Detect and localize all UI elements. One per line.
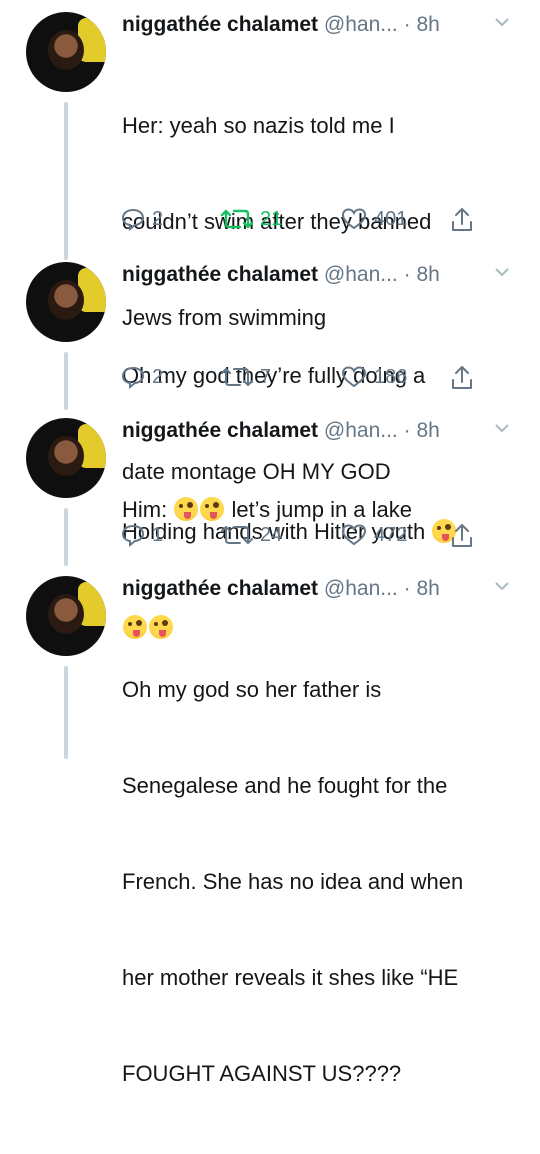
share-button[interactable] <box>450 365 474 391</box>
separator: · <box>397 419 417 442</box>
tweet-3[interactable]: niggathée chalamet @han... · 8h Holding … <box>0 418 540 639</box>
display-name[interactable]: niggathée chalamet <box>122 577 318 600</box>
reply-icon <box>121 366 145 389</box>
user-handle[interactable]: @han... <box>324 263 398 286</box>
thread-line <box>64 508 68 566</box>
reply-count: 2 <box>152 365 164 388</box>
timestamp[interactable]: 8h <box>416 263 439 286</box>
tweet-2[interactable]: niggathée chalamet @han... · 8h Oh my go… <box>0 262 540 484</box>
tweet-actions: 2 7 186 <box>120 365 480 395</box>
thread-line <box>64 666 68 759</box>
share-icon <box>452 208 472 231</box>
tweet-actions: 1 24 472 <box>120 523 480 553</box>
tweet-1[interactable]: niggathée chalamet @han... · 8h Her: yea… <box>0 12 540 522</box>
like-count: 472 <box>374 523 408 546</box>
share-icon <box>452 366 472 389</box>
tweet-header: niggathée chalamet @han... · 8h <box>122 12 440 38</box>
text-line: her mother reveals it shes like “HE <box>122 965 459 990</box>
avatar[interactable] <box>26 262 106 342</box>
like-count: 401 <box>374 207 408 230</box>
reply-count: 2 <box>152 207 164 230</box>
reply-count: 1 <box>152 523 164 546</box>
thread-line <box>64 352 68 410</box>
retweet-button[interactable]: 7 <box>220 365 271 389</box>
heart-icon <box>341 208 367 230</box>
text-line: FOUGHT AGAINST US???? <box>122 1061 402 1086</box>
avatar[interactable] <box>26 12 106 92</box>
retweet-count: 7 <box>260 365 272 388</box>
user-handle[interactable]: @han... <box>324 13 398 36</box>
chevron-down-icon[interactable] <box>494 266 510 278</box>
retweet-icon <box>221 368 253 386</box>
tweet-actions: 2 21 401 <box>120 207 480 237</box>
reply-icon <box>121 524 145 547</box>
separator: · <box>397 13 417 36</box>
user-handle[interactable]: @han... <box>324 419 398 442</box>
retweet-icon <box>220 209 254 229</box>
tweet-header: niggathée chalamet @han... · 8h <box>122 418 440 444</box>
retweet-count: 24 <box>260 523 283 546</box>
reply-button[interactable]: 1 <box>120 523 163 547</box>
retweet-icon <box>221 526 253 544</box>
heart-icon <box>341 524 367 546</box>
share-icon <box>452 524 472 547</box>
user-handle[interactable]: @han... <box>324 577 398 600</box>
avatar[interactable] <box>26 418 106 498</box>
heart-icon <box>341 366 367 388</box>
text-line: French. She has no idea and when <box>122 869 464 894</box>
timestamp[interactable]: 8h <box>416 13 439 36</box>
display-name[interactable]: niggathée chalamet <box>122 263 318 286</box>
text-line: Senegalese and he fought for the <box>122 773 448 798</box>
timestamp[interactable]: 8h <box>416 419 439 442</box>
share-button[interactable] <box>450 523 474 549</box>
avatar[interactable] <box>26 576 106 656</box>
like-count: 186 <box>374 365 408 388</box>
retweet-count: 21 <box>260 207 283 230</box>
text-line: Oh my god so her father is <box>122 677 382 702</box>
display-name[interactable]: niggathée chalamet <box>122 419 318 442</box>
thread-line <box>64 102 68 260</box>
chevron-down-icon[interactable] <box>494 422 510 434</box>
like-button[interactable]: 186 <box>340 365 407 389</box>
retweet-button[interactable]: 21 <box>220 207 282 231</box>
tweet-4[interactable]: niggathée chalamet @han... · 8h Oh my go… <box>0 576 540 1086</box>
separator: · <box>397 263 417 286</box>
tweet-header: niggathée chalamet @han... · 8h <box>122 262 440 288</box>
chevron-down-icon[interactable] <box>494 16 510 28</box>
chevron-down-icon[interactable] <box>494 580 510 592</box>
tweet-header: niggathée chalamet @han... · 8h <box>122 576 440 602</box>
text-line: Her: yeah so nazis told me I <box>122 113 395 138</box>
like-button[interactable]: 401 <box>340 207 407 231</box>
reply-icon <box>121 208 145 231</box>
tweet-text: Oh my god so her father is Senegalese an… <box>122 610 512 1154</box>
like-button[interactable]: 472 <box>340 523 407 547</box>
display-name[interactable]: niggathée chalamet <box>122 13 318 36</box>
retweet-button[interactable]: 24 <box>220 523 282 547</box>
reply-button[interactable]: 2 <box>120 365 163 389</box>
share-button[interactable] <box>450 207 474 233</box>
separator: · <box>397 577 417 600</box>
reply-button[interactable]: 2 <box>120 207 163 231</box>
timestamp[interactable]: 8h <box>416 577 439 600</box>
